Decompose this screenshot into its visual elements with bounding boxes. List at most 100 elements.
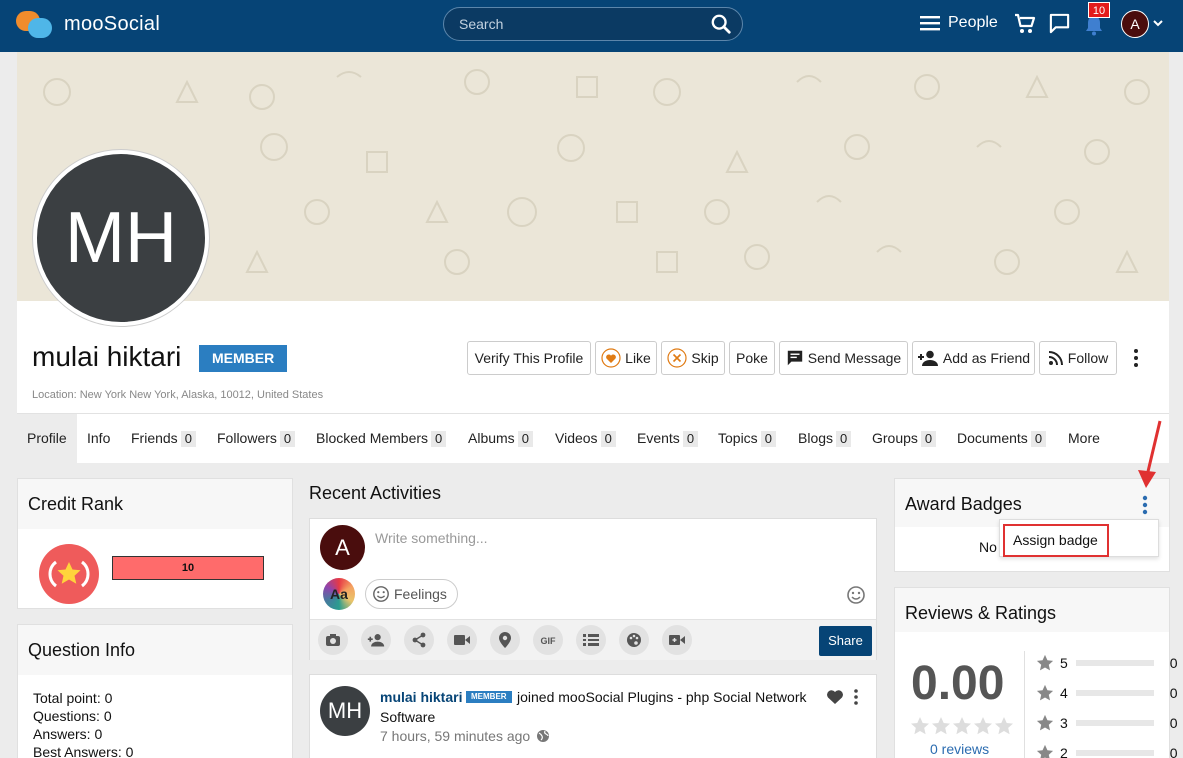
- feelings-button[interactable]: Feelings: [365, 579, 458, 609]
- rating-row-4: 4 0: [1036, 684, 1178, 702]
- message-icon: [787, 350, 802, 366]
- profile-location: Location: New York New York, Alaska, 100…: [32, 389, 324, 401]
- share-button[interactable]: Share: [819, 626, 872, 656]
- add-friend-button[interactable]: Add as Friend: [912, 341, 1035, 375]
- rating-row-count: 0: [1169, 655, 1178, 671]
- member-role-badge: MEMBER: [199, 345, 288, 372]
- map-pin-icon: [499, 632, 511, 648]
- feed-text-line2: Software: [380, 709, 436, 725]
- like-label: Like: [625, 350, 651, 366]
- video-tool[interactable]: [447, 625, 477, 655]
- tab-info[interactable]: Info: [87, 414, 110, 463]
- people-menu[interactable]: People: [920, 14, 998, 32]
- rating-row-star: 2: [1060, 745, 1068, 758]
- rating-row-2: 2 0: [1036, 744, 1178, 758]
- search-input[interactable]: [459, 16, 699, 32]
- composer-toolbar: GIF Share: [310, 619, 876, 660]
- chevron-down-icon[interactable]: [1152, 17, 1164, 29]
- tab-followers[interactable]: Followers 0: [217, 414, 296, 463]
- rating-row-3: 3 0: [1036, 714, 1178, 732]
- add-person-icon: [367, 634, 385, 647]
- answers-count-text: Answers: 0: [33, 726, 103, 742]
- gif-tool[interactable]: GIF: [533, 625, 563, 655]
- composer-input[interactable]: Write something...: [375, 530, 488, 546]
- close-icon: [667, 348, 687, 368]
- tag-friend-tool[interactable]: [361, 625, 391, 655]
- assign-badge-menu-item[interactable]: Assign badge: [1003, 524, 1109, 557]
- rss-icon: [1048, 351, 1063, 366]
- question-info-title: Question Info: [28, 640, 136, 660]
- heart-icon[interactable]: [826, 689, 844, 705]
- activity-feed-item: MH mulai hiktari MEMBER joined mooSocial…: [309, 674, 877, 758]
- list-icon: [583, 634, 599, 646]
- tab-label: Topics: [718, 430, 758, 446]
- tab-profile[interactable]: Profile: [17, 414, 77, 463]
- reviews-title: Reviews & Ratings: [905, 603, 1057, 623]
- total-point-text: Total point: 0: [33, 690, 113, 706]
- rating-row-bar: [1075, 750, 1154, 756]
- globe-icon[interactable]: [536, 729, 550, 743]
- poll-tool[interactable]: [576, 625, 606, 655]
- tab-videos[interactable]: Videos 0: [555, 414, 616, 463]
- live-video-tool[interactable]: [662, 625, 692, 655]
- user-avatar[interactable]: A: [1121, 10, 1149, 38]
- tab-albums[interactable]: Albums 0: [468, 414, 533, 463]
- tab-count: 0: [517, 431, 533, 447]
- tab-label: More: [1068, 430, 1100, 446]
- share-link-tool[interactable]: [404, 625, 434, 655]
- feed-author-link[interactable]: mulai hiktari: [380, 689, 462, 705]
- post-composer: A Write something... Aa Feelings GIF Sha…: [309, 518, 877, 660]
- tab-count: 0: [279, 431, 296, 447]
- photo-tool[interactable]: [318, 625, 348, 655]
- tab-events[interactable]: Events 0: [637, 414, 699, 463]
- background-tool[interactable]: [619, 625, 649, 655]
- people-label: People: [948, 14, 998, 31]
- tab-label: Followers: [217, 430, 277, 446]
- tab-friends[interactable]: Friends 0: [131, 414, 196, 463]
- reviews-count-link[interactable]: 0 reviews: [930, 741, 989, 757]
- more-options-icon[interactable]: [1128, 348, 1144, 368]
- tab-more[interactable]: More: [1068, 414, 1100, 463]
- feed-avatar[interactable]: MH: [320, 686, 370, 736]
- search-icon[interactable]: [710, 13, 732, 35]
- search-box[interactable]: [443, 7, 743, 41]
- palette-icon: [627, 633, 641, 647]
- rating-row-star: 4: [1060, 685, 1068, 701]
- feed-text-line1: joined mooSocial Plugins - php Social Ne…: [517, 689, 807, 705]
- profile-avatar[interactable]: MH: [33, 150, 209, 326]
- more-options-icon[interactable]: [852, 688, 860, 706]
- like-button[interactable]: Like: [595, 341, 657, 375]
- messages-icon[interactable]: [1048, 12, 1071, 35]
- text-style-button[interactable]: Aa: [323, 578, 355, 610]
- cart-icon[interactable]: [1013, 12, 1037, 36]
- tab-blogs[interactable]: Blogs 0: [798, 414, 852, 463]
- more-options-icon[interactable]: [1139, 494, 1151, 516]
- rating-row-bar: [1075, 690, 1154, 696]
- feed-member-badge: MEMBER: [466, 691, 512, 703]
- tab-label: Groups: [872, 430, 918, 446]
- tab-count: 0: [431, 431, 447, 447]
- svg-text:GIF: GIF: [541, 636, 557, 646]
- site-logo[interactable]: mooSocial: [14, 9, 160, 39]
- tab-label: Videos: [555, 430, 598, 446]
- tab-documents[interactable]: Documents 0: [957, 414, 1047, 463]
- poke-button[interactable]: Poke: [729, 341, 775, 375]
- tab-blocked-members[interactable]: Blocked Members 0: [316, 414, 447, 463]
- follow-button[interactable]: Follow: [1039, 341, 1117, 375]
- location-tool[interactable]: [490, 625, 520, 655]
- red-annotation-arrow: [1138, 420, 1162, 488]
- skip-button[interactable]: Skip: [661, 341, 725, 375]
- average-rating: 0.00: [911, 657, 1005, 710]
- tab-topics[interactable]: Topics 0: [718, 414, 776, 463]
- tab-count: 0: [682, 431, 699, 447]
- rank-medal-icon: [39, 544, 99, 604]
- verify-profile-button[interactable]: Verify This Profile: [467, 341, 591, 375]
- emoji-icon[interactable]: [846, 585, 866, 605]
- rating-row-bar: [1075, 660, 1154, 666]
- tab-groups[interactable]: Groups 0: [872, 414, 937, 463]
- credit-rank-box: Credit Rank 10: [17, 478, 293, 609]
- feelings-label: Feelings: [394, 586, 447, 602]
- send-message-button[interactable]: Send Message: [779, 341, 908, 375]
- star-icon: [911, 717, 929, 735]
- question-info-box: Question Info Total point: 0 Questions: …: [17, 624, 293, 758]
